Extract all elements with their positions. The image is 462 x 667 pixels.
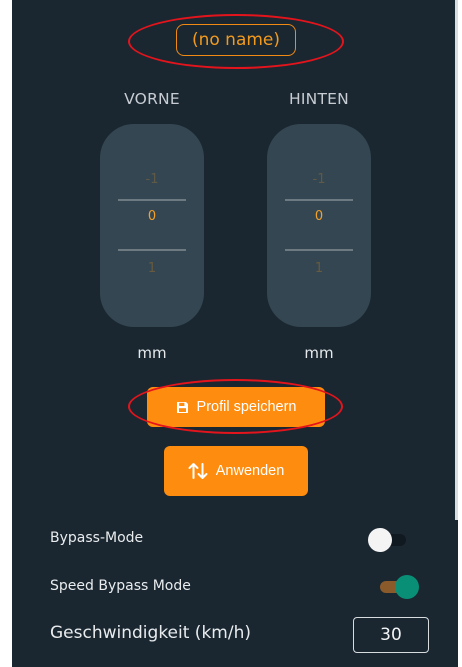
save-profile-button[interactable]: Profil speichern — [147, 387, 325, 427]
save-profile-label: Profil speichern — [196, 399, 297, 415]
scrollbar[interactable] — [455, 0, 458, 520]
floppy-disk-icon — [176, 401, 189, 414]
bypass-mode-label: Bypass-Mode — [50, 530, 144, 546]
front-picker-value-selected[interactable]: 0 — [100, 209, 204, 224]
back-picker-value-selected[interactable]: 0 — [267, 209, 371, 224]
speed-limit-label: Geschwindigkeit (km/h) — [50, 623, 251, 643]
speed-limit-input[interactable] — [353, 617, 429, 653]
picker-divider — [285, 199, 353, 201]
picker-divider — [118, 199, 186, 201]
back-column-label: HINTEN — [289, 90, 349, 108]
speed-bypass-mode-toggle[interactable] — [378, 575, 419, 599]
front-column-label: VORNE — [124, 90, 180, 108]
picker-divider — [285, 249, 353, 251]
toggle-knob — [395, 575, 419, 599]
apply-button[interactable]: Anwenden — [164, 446, 308, 496]
settings-panel — [12, 0, 458, 667]
swap-vertical-arrows-icon — [188, 462, 208, 480]
back-value-picker[interactable]: -1 0 1 — [267, 124, 371, 327]
front-value-picker[interactable]: -1 0 1 — [100, 124, 204, 327]
front-picker-value-plus[interactable]: 1 — [100, 261, 204, 276]
toggle-knob — [368, 528, 392, 552]
front-unit-label: mm — [137, 344, 167, 362]
back-unit-label: mm — [304, 344, 334, 362]
speed-bypass-mode-label: Speed Bypass Mode — [50, 578, 191, 594]
bypass-mode-toggle[interactable] — [368, 528, 408, 552]
back-picker-value-minus[interactable]: -1 — [267, 172, 371, 187]
apply-label: Anwenden — [215, 463, 285, 479]
picker-divider — [118, 249, 186, 251]
profile-name-badge[interactable]: (no name) — [176, 24, 296, 56]
back-picker-value-plus[interactable]: 1 — [267, 261, 371, 276]
front-picker-value-minus[interactable]: -1 — [100, 172, 204, 187]
